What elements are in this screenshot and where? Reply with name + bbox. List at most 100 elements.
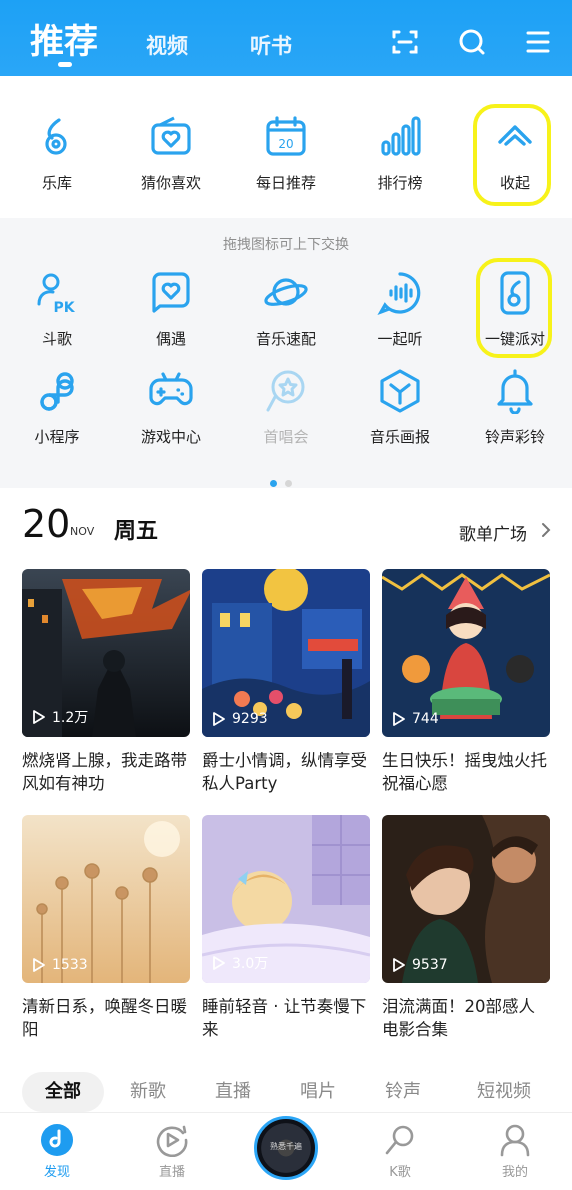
now-playing-disc[interactable]: 熟悉千遍 [254,1116,318,1180]
playlist-title: 燃烧肾上腺，我走路带风如有神功 [22,751,187,793]
entry-daily-recommend[interactable]: 20 每日推荐 [229,114,343,193]
nav-live[interactable]: 直播 [132,1123,212,1180]
date-day: 20 [22,502,71,546]
bell-icon [497,369,533,414]
gamepad-icon [149,372,193,406]
nav-label: 发现 [43,1165,70,1180]
entry-label: 一键派对 [484,330,545,348]
play-count: 1.2万 [32,707,88,727]
play-count-value: 1533 [52,957,88,973]
nav-karaoke[interactable]: K歌 [360,1123,440,1180]
play-icon [33,710,45,724]
entry-label: 游戏中心 [140,428,201,446]
entry-game-center[interactable]: 游戏中心 [114,368,228,447]
entry-label: 收起 [499,174,530,192]
playlist-title: 生日快乐！摇曳烛火托祝福心愿 [382,751,547,793]
playlist-title: 清新日系，唤醒冬日暖阳 [22,997,187,1039]
playlist-title: 爵士小情调，纵情享受私人Party [202,751,367,793]
nav-label: 我的 [501,1165,528,1180]
search-icon[interactable] [456,26,488,58]
entry-label: 排行榜 [377,174,423,192]
tab-recommend[interactable]: 推荐 [30,14,98,63]
entry-song-pk[interactable]: PK 斗歌 [0,270,114,349]
quick-entry-row: 乐库 猜你喜欢 20 每日推荐 排行榜 收起 [0,76,572,218]
pk-icon: PK [37,273,76,316]
nav-discover[interactable]: 发现 [17,1123,97,1180]
svg-text:20: 20 [278,137,293,151]
entry-collapse[interactable]: 收起 [458,114,572,193]
page-dot-active [270,480,277,487]
page-indicator [270,472,300,491]
category-tab-new-songs[interactable]: 新歌 [118,1072,178,1112]
playlist-card[interactable]: 1.2万 燃烧肾上腺，我走路带风如有神功 [22,569,190,795]
cube-icon [380,369,420,413]
play-count-value: 1.2万 [52,710,89,726]
category-tab-all[interactable]: 全部 [22,1072,104,1112]
tab-audiobook[interactable]: 听书 [250,30,292,60]
ranking-bars-icon [381,116,421,156]
playlist-card[interactable]: 9537 泪流满面！20部感人电影合集 [382,815,550,1041]
entry-debut-concert[interactable]: 首唱会 [229,368,343,447]
collapse-chevron-icon [498,125,532,146]
playlist-plaza-link[interactable]: 歌单广场 [459,520,527,545]
scan-icon[interactable] [389,26,421,58]
category-tab-albums[interactable]: 唱片 [288,1072,348,1112]
play-count-value: 744 [412,711,439,727]
nav-mine[interactable]: 我的 [475,1123,555,1180]
entry-guess-you-like[interactable]: 猜你喜欢 [114,114,228,193]
entry-label: 乐库 [41,174,72,192]
playlist-card[interactable]: 1533 清新日系，唤醒冬日暖阳 [22,815,190,1041]
entry-label: 音乐画报 [369,428,430,446]
play-icon [393,958,405,972]
debut-concert-icon [266,370,305,412]
playlist-cover: 9293 [202,569,370,737]
entry-label: 首唱会 [263,428,309,446]
play-count: 9293 [212,711,268,727]
playlist-card[interactable]: 744 生日快乐！摇曳烛火托祝福心愿 [382,569,550,795]
date-weekday: 周五 [114,519,159,544]
play-count-value: 3.0万 [232,956,269,972]
top-header: 推荐 视频 听书 [0,0,572,76]
discover-icon [41,1124,73,1156]
play-count: 3.0万 [212,953,268,973]
entry-music-library[interactable]: 乐库 [0,114,114,193]
playlist-title: 泪流满面！20部感人电影合集 [382,997,535,1039]
playlist-cover: 3.0万 [202,815,370,983]
chevron-right-icon[interactable] [540,521,552,539]
category-tab-live[interactable]: 直播 [203,1072,263,1112]
play-count: 9537 [392,957,448,973]
entry-mini-program[interactable]: 小程序 [0,368,114,447]
play-icon [33,958,45,972]
nav-label: 直播 [158,1165,185,1180]
entry-label: 铃声彩铃 [484,428,545,446]
profile-icon [500,1124,530,1157]
playlist-cover: 1533 [22,815,190,983]
mini-program-icon [40,372,74,411]
entry-one-key-party[interactable]: 一键派对 [458,270,572,349]
entry-label: 猜你喜欢 [140,174,201,192]
play-count-value: 9537 [412,957,448,973]
entry-label: 斗歌 [41,330,72,348]
live-play-icon [156,1125,188,1157]
entry-ringtone[interactable]: 铃声彩铃 [458,368,572,447]
expanded-drawer: 拖拽图标可上下交换 PK 斗歌 偶遇 音乐速配 一起听 一键派对 小程序 游戏中… [0,218,572,488]
playlist-card[interactable]: 9293 爵士小情调，纵情享受私人Party [202,569,370,795]
drawer-hint: 拖拽图标可上下交换 [223,237,349,253]
entry-ranking[interactable]: 排行榜 [343,114,457,193]
entry-label: 每日推荐 [255,174,316,192]
category-tab-ringtones[interactable]: 铃声 [373,1072,433,1112]
category-tab-short-video[interactable]: 短视频 [462,1072,546,1112]
entry-listen-together[interactable]: 一起听 [343,270,457,349]
playlist-cover: 1.2万 [22,569,190,737]
date-month: NOV [70,525,95,538]
karaoke-mic-icon [385,1125,414,1155]
planet-icon [264,278,308,306]
page-dot [285,480,292,487]
play-count-value: 9293 [232,711,268,727]
tab-video[interactable]: 视频 [146,30,188,60]
entry-music-poster[interactable]: 音乐画报 [343,368,457,447]
entry-encounter[interactable]: 偶遇 [114,270,228,349]
entry-music-match[interactable]: 音乐速配 [229,270,343,349]
playlist-card[interactable]: 3.0万 睡前轻音 · 让节奏慢下来 [202,815,370,1041]
menu-icon[interactable] [522,26,554,58]
